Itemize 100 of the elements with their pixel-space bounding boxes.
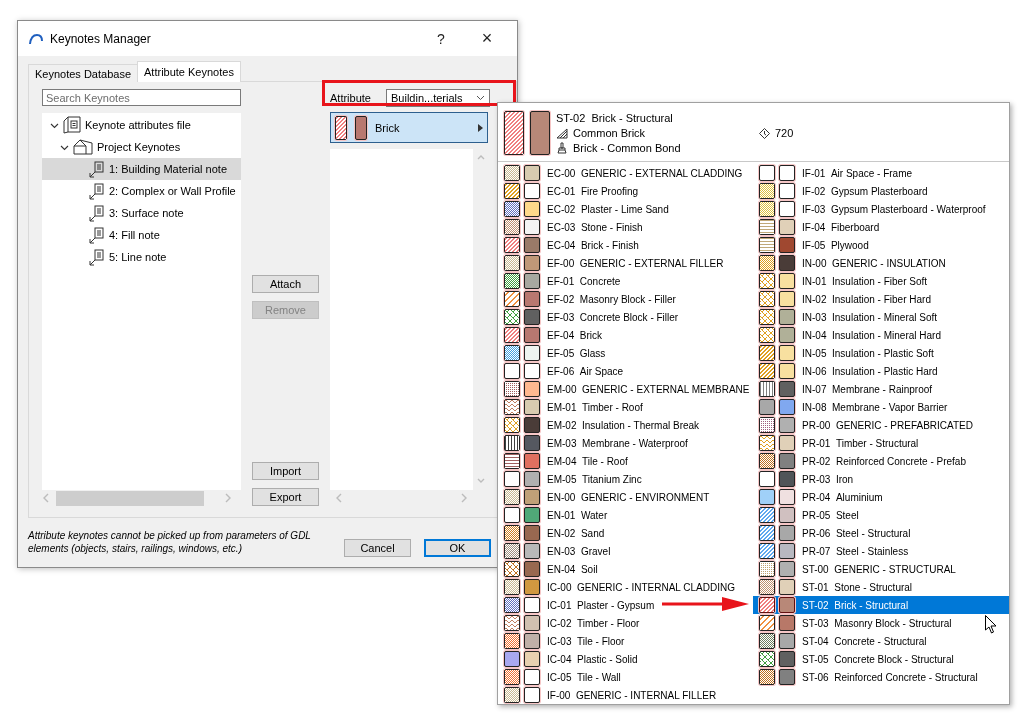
material-item[interactable]: PR-07 Steel - Stainless [753, 542, 913, 560]
material-value: 720 [775, 127, 794, 139]
material-item[interactable]: IN-02 Insulation - Fiber Hard [753, 290, 935, 308]
material-item[interactable]: EF-01 Concrete [498, 272, 625, 290]
tree-item[interactable]: Project Keynotes [42, 136, 241, 158]
tree-item[interactable]: 5: Line note [42, 246, 241, 268]
house-icon [73, 139, 93, 155]
material-item[interactable]: EC-04 Brick - Finish [498, 236, 643, 254]
tree-item[interactable]: Keynote attributes file [42, 114, 241, 136]
tab[interactable]: Attribute Keynotes [137, 61, 241, 82]
material-item[interactable]: PR-06 Steel - Structural [753, 524, 915, 542]
material-item[interactable]: ST-00 GENERIC - STRUCTURAL [753, 560, 960, 578]
material-item[interactable]: EF-04 Brick [498, 326, 607, 344]
close-button[interactable]: × [467, 23, 507, 54]
material-item[interactable]: EM-00 GENERIC - EXTERNAL MEMBRANE [498, 380, 754, 398]
material-item[interactable]: IN-06 Insulation - Plastic Hard [753, 362, 942, 380]
material-item[interactable]: PR-04 Aluminium [753, 488, 887, 506]
material-item[interactable]: IN-05 Insulation - Plastic Soft [753, 344, 938, 362]
category-item[interactable]: Brick [330, 112, 488, 143]
material-item[interactable]: IF-03 Gypsum Plasterboard - Waterproof [753, 200, 990, 218]
action-button[interactable]: Attach [252, 275, 319, 293]
material-item[interactable]: IC-03 Tile - Floor [498, 632, 629, 650]
material-item[interactable]: PR-03 Iron [753, 470, 858, 488]
search-field[interactable]: Search Keynotes [42, 89, 241, 106]
material-item[interactable]: PR-02 Reinforced Concrete - Prefab [753, 452, 970, 470]
material-item[interactable]: EM-02 Insulation - Thermal Break [498, 416, 704, 434]
material-item[interactable]: IN-01 Insulation - Fiber Soft [753, 272, 932, 290]
material-item[interactable]: IF-02 Gypsum Plasterboard [753, 182, 932, 200]
material-item[interactable]: PR-05 Steel [753, 506, 863, 524]
material-item[interactable]: IC-04 Plastic - Solid [498, 650, 642, 668]
scroll-right-icon[interactable] [460, 493, 468, 503]
app-logo-icon [28, 32, 44, 45]
material-item[interactable]: EN-04 Soil [498, 560, 602, 578]
material-item[interactable]: EC-02 Plaster - Lime Sand [498, 200, 673, 218]
tree-item[interactable]: 4: Fill note [42, 224, 241, 246]
fill-name: Common Brick [573, 127, 646, 139]
material-item[interactable]: IC-00 GENERIC - INTERNAL CLADDING [498, 578, 739, 596]
material-item[interactable]: EF-06 Air Space [498, 362, 628, 380]
material-item[interactable]: EN-01 Water [498, 506, 612, 524]
help-button[interactable]: ? [421, 23, 461, 54]
material-item[interactable]: ST-02 Brick - Structural [753, 596, 1009, 614]
material-item[interactable]: IC-01 Plaster - Gypsum [498, 596, 659, 614]
document-icon [63, 116, 81, 134]
action-button[interactable]: Export [252, 488, 319, 506]
tree-item[interactable]: 2: Complex or Wall Profile [42, 180, 241, 202]
note-icon [89, 160, 105, 178]
material-item[interactable]: IN-00 GENERIC - INSULATION [753, 254, 950, 272]
material-item[interactable]: IC-05 Tile - Wall [498, 668, 625, 686]
scroll-left-icon[interactable] [42, 493, 50, 503]
diamond-icon [759, 127, 770, 139]
surface-name: Brick - Common Bond [573, 142, 681, 154]
material-item[interactable]: EF-03 Concrete Block - Filler [498, 308, 683, 326]
scroll-left-icon[interactable] [335, 493, 343, 503]
material-item[interactable]: IN-04 Insulation - Mineral Hard [753, 326, 945, 344]
info-note: Attribute keynotes cannot be picked up from parameters of GDL elements (objects, stairs, railings, windows, etc.) [28, 529, 312, 555]
material-item[interactable]: IN-08 Membrane - Vapor Barrier [753, 398, 952, 416]
material-item[interactable]: IF-00 GENERIC - INTERNAL FILLER [498, 686, 721, 704]
material-item[interactable]: PR-01 Timber - Structural [753, 434, 923, 452]
material-item[interactable]: ST-03 Masonry Block - Structural [753, 614, 956, 632]
material-item[interactable]: EF-02 Masonry Block - Filler [498, 290, 680, 308]
material-item[interactable]: IF-04 Fiberboard [753, 218, 884, 236]
material-item[interactable]: EM-05 Titanium Zinc [498, 470, 646, 488]
material-item[interactable]: ST-05 Concrete Block - Structural [753, 650, 958, 668]
note-icon [89, 248, 105, 266]
scroll-right-icon[interactable] [224, 493, 232, 503]
tab[interactable]: Keynotes Database [28, 64, 138, 82]
material-title: ST-02 Brick - Structural [556, 112, 673, 124]
material-item[interactable]: IF-01 Air Space - Frame [753, 164, 917, 182]
material-item[interactable]: EC-01 Fire Proofing [498, 182, 643, 200]
hatch-icon [556, 127, 568, 139]
material-item[interactable]: ST-04 Concrete - Structural [753, 632, 931, 650]
material-item[interactable]: EM-01 Timber - Roof [498, 398, 647, 416]
submenu-arrow-icon [478, 123, 483, 132]
material-item[interactable]: IN-03 Insulation - Mineral Soft [753, 308, 942, 326]
material-item[interactable]: EC-03 Stone - Finish [498, 218, 647, 236]
material-item[interactable]: IF-05 Plywood [753, 236, 873, 254]
material-item[interactable]: IC-02 Timber - Floor [498, 614, 644, 632]
material-item[interactable]: EN-03 Gravel [498, 542, 615, 560]
material-item[interactable]: ST-06 Reinforced Concrete - Structural [753, 668, 982, 686]
material-item[interactable]: EN-02 Sand [498, 524, 609, 542]
note-icon [89, 182, 105, 200]
tree-item[interactable]: 3: Surface note [42, 202, 241, 224]
chevron-down-icon [476, 94, 485, 101]
brush-icon [556, 142, 568, 154]
material-item[interactable]: EM-03 Membrane - Waterproof [498, 434, 692, 452]
action-button[interactable]: Import [252, 462, 319, 480]
material-item[interactable]: ST-01 Stone - Structural [753, 578, 917, 596]
dialog-button[interactable]: OK [424, 539, 491, 557]
mouse-pointer-icon [985, 615, 997, 634]
material-item[interactable]: EN-00 GENERIC - ENVIRONMENT [498, 488, 714, 506]
material-item[interactable]: EM-04 Tile - Roof [498, 452, 632, 470]
material-item[interactable]: IN-07 Membrane - Rainproof [753, 380, 937, 398]
material-item[interactable]: EC-00 GENERIC - EXTERNAL CLADDING [498, 164, 747, 182]
window-title: Keynotes Manager [50, 31, 152, 46]
material-item[interactable]: PR-00 GENERIC - PREFABRICATED [753, 416, 977, 434]
tree-item[interactable]: 1: Building Material note [42, 158, 241, 180]
attribute-label: Attribute [330, 91, 371, 104]
dialog-button[interactable]: Cancel [344, 539, 411, 557]
material-item[interactable]: EF-05 Glass [498, 344, 610, 362]
material-item[interactable]: EF-00 GENERIC - EXTERNAL FILLER [498, 254, 728, 272]
